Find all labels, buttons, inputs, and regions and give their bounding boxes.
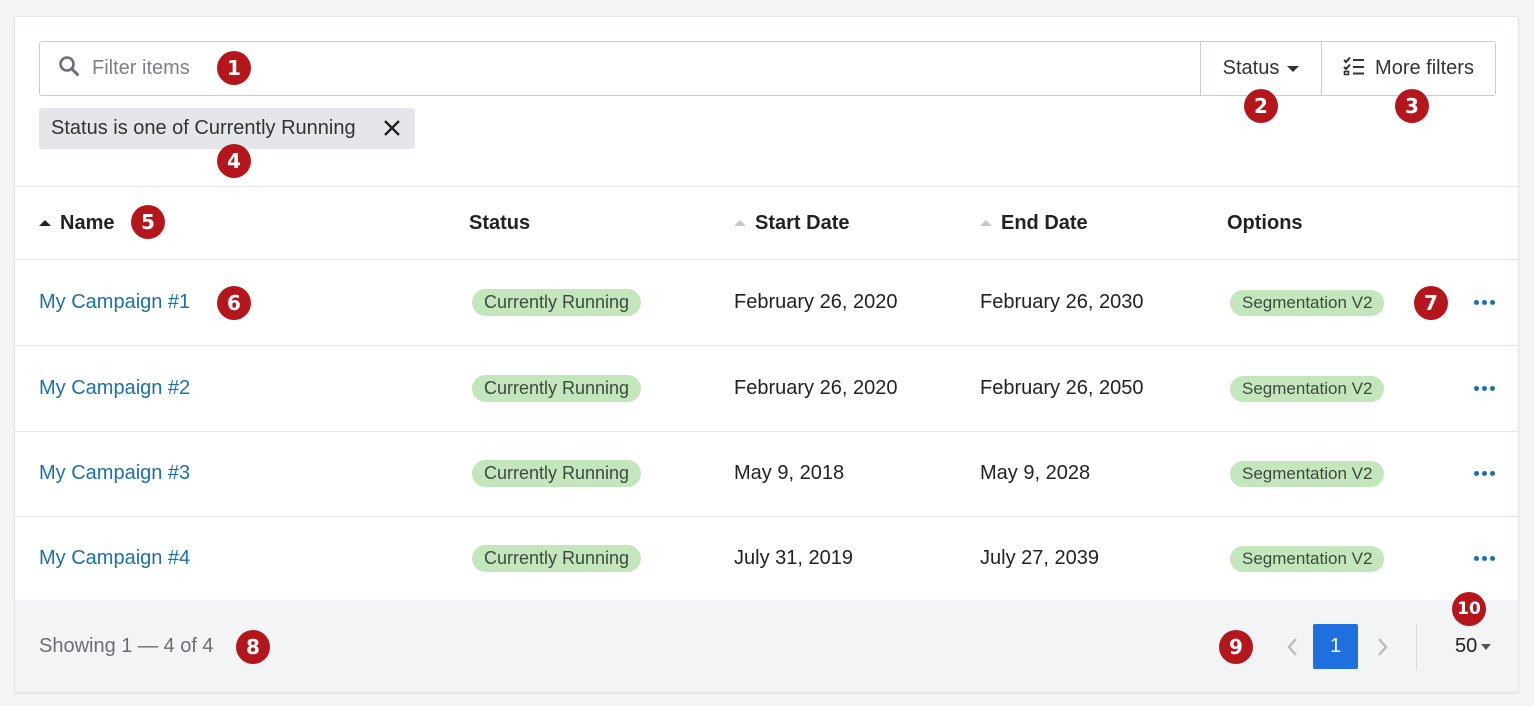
start-date: February 26, 2020 [734, 291, 898, 313]
table-row: My Campaign #2 Currently Running Februar… [15, 346, 1518, 432]
campaign-name-link[interactable]: My Campaign #2 [39, 377, 190, 400]
caret-down-icon [1481, 643, 1492, 650]
column-header-options: Options [1227, 187, 1303, 259]
annotation-marker: 10 [1452, 592, 1486, 626]
more-filters-button[interactable]: More filters [1321, 42, 1495, 95]
table-row: My Campaign #3 Currently Running May 9, … [15, 431, 1518, 517]
column-header-status-label: Status [469, 211, 531, 234]
column-header-start-date-label: Start Date [755, 211, 850, 234]
search-icon [58, 55, 80, 82]
annotation-marker: 8 [236, 630, 270, 664]
column-header-end-date[interactable]: End Date [980, 187, 1088, 259]
start-date: May 9, 2018 [734, 462, 845, 484]
status-badge: Currently Running [472, 545, 642, 572]
column-header-end-date-label: End Date [1001, 211, 1088, 234]
sort-ascending-icon [39, 220, 51, 226]
page-button-current[interactable]: 1 [1313, 624, 1358, 669]
end-date: July 27, 2039 [980, 547, 1099, 569]
annotation-marker: 7 [1414, 286, 1448, 320]
filter-bar: Status More filters [39, 41, 1496, 96]
table-header: Name Status Start Date End Date Options [15, 186, 1518, 260]
sort-icon [980, 220, 992, 226]
annotation-marker: 4 [217, 144, 251, 178]
per-page-value: 50 [1455, 635, 1478, 657]
more-actions-icon[interactable] [1474, 300, 1495, 305]
status-badge: Currently Running [472, 460, 642, 487]
filter-input[interactable] [92, 57, 592, 80]
search-area [40, 42, 1200, 95]
annotation-marker: 5 [131, 205, 165, 239]
option-badge: Segmentation V2 [1230, 289, 1385, 316]
campaign-name-link[interactable]: My Campaign #1 [39, 291, 190, 314]
campaign-name-link[interactable]: My Campaign #4 [39, 547, 190, 570]
status-filter-label: Status [1222, 57, 1280, 79]
close-icon[interactable] [381, 117, 403, 139]
active-filter-label: Status is one of Currently Running [51, 117, 356, 139]
status-badge: Currently Running [472, 289, 642, 316]
column-header-status: Status [469, 187, 530, 259]
chevron-right-icon[interactable] [1372, 636, 1392, 658]
chevron-left-icon[interactable] [1283, 636, 1303, 658]
column-header-start-date[interactable]: Start Date [734, 187, 849, 259]
annotation-marker: 6 [217, 286, 251, 320]
annotation-marker: 2 [1244, 89, 1278, 123]
status-filter-button[interactable]: Status [1200, 42, 1321, 95]
campaign-table-card: Status More filters Status is one of Cur… [14, 16, 1519, 693]
annotation-marker: 3 [1395, 89, 1429, 123]
option-badge: Segmentation V2 [1230, 375, 1385, 402]
more-actions-icon[interactable] [1474, 556, 1495, 561]
pagination-summary: Showing 1 — 4 of 4 [39, 635, 214, 657]
column-header-name[interactable]: Name [39, 187, 114, 259]
active-filter-chip: Status is one of Currently Running [39, 108, 415, 149]
start-date: February 26, 2020 [734, 377, 898, 399]
more-actions-icon[interactable] [1474, 386, 1495, 391]
end-date: May 9, 2028 [980, 462, 1091, 484]
end-date: February 26, 2050 [980, 377, 1144, 399]
annotation-marker: 1 [217, 51, 251, 85]
campaign-name-link[interactable]: My Campaign #3 [39, 462, 190, 485]
status-badge: Currently Running [472, 375, 642, 402]
more-actions-icon[interactable] [1474, 471, 1495, 476]
more-filters-label: More filters [1375, 57, 1474, 79]
column-header-options-label: Options [1227, 211, 1303, 234]
option-badge: Segmentation V2 [1230, 460, 1385, 487]
column-header-name-label: Name [60, 211, 115, 234]
checklist-icon [1343, 56, 1365, 82]
annotation-marker: 9 [1219, 630, 1253, 664]
divider [1416, 624, 1417, 670]
option-badge: Segmentation V2 [1230, 545, 1385, 572]
caret-down-icon [1287, 65, 1300, 72]
end-date: February 26, 2030 [980, 291, 1144, 313]
per-page-select[interactable]: 50 [1455, 635, 1492, 658]
sort-icon [734, 220, 746, 226]
table-row: My Campaign #4 Currently Running July 31… [15, 516, 1518, 602]
start-date: July 31, 2019 [734, 547, 853, 569]
